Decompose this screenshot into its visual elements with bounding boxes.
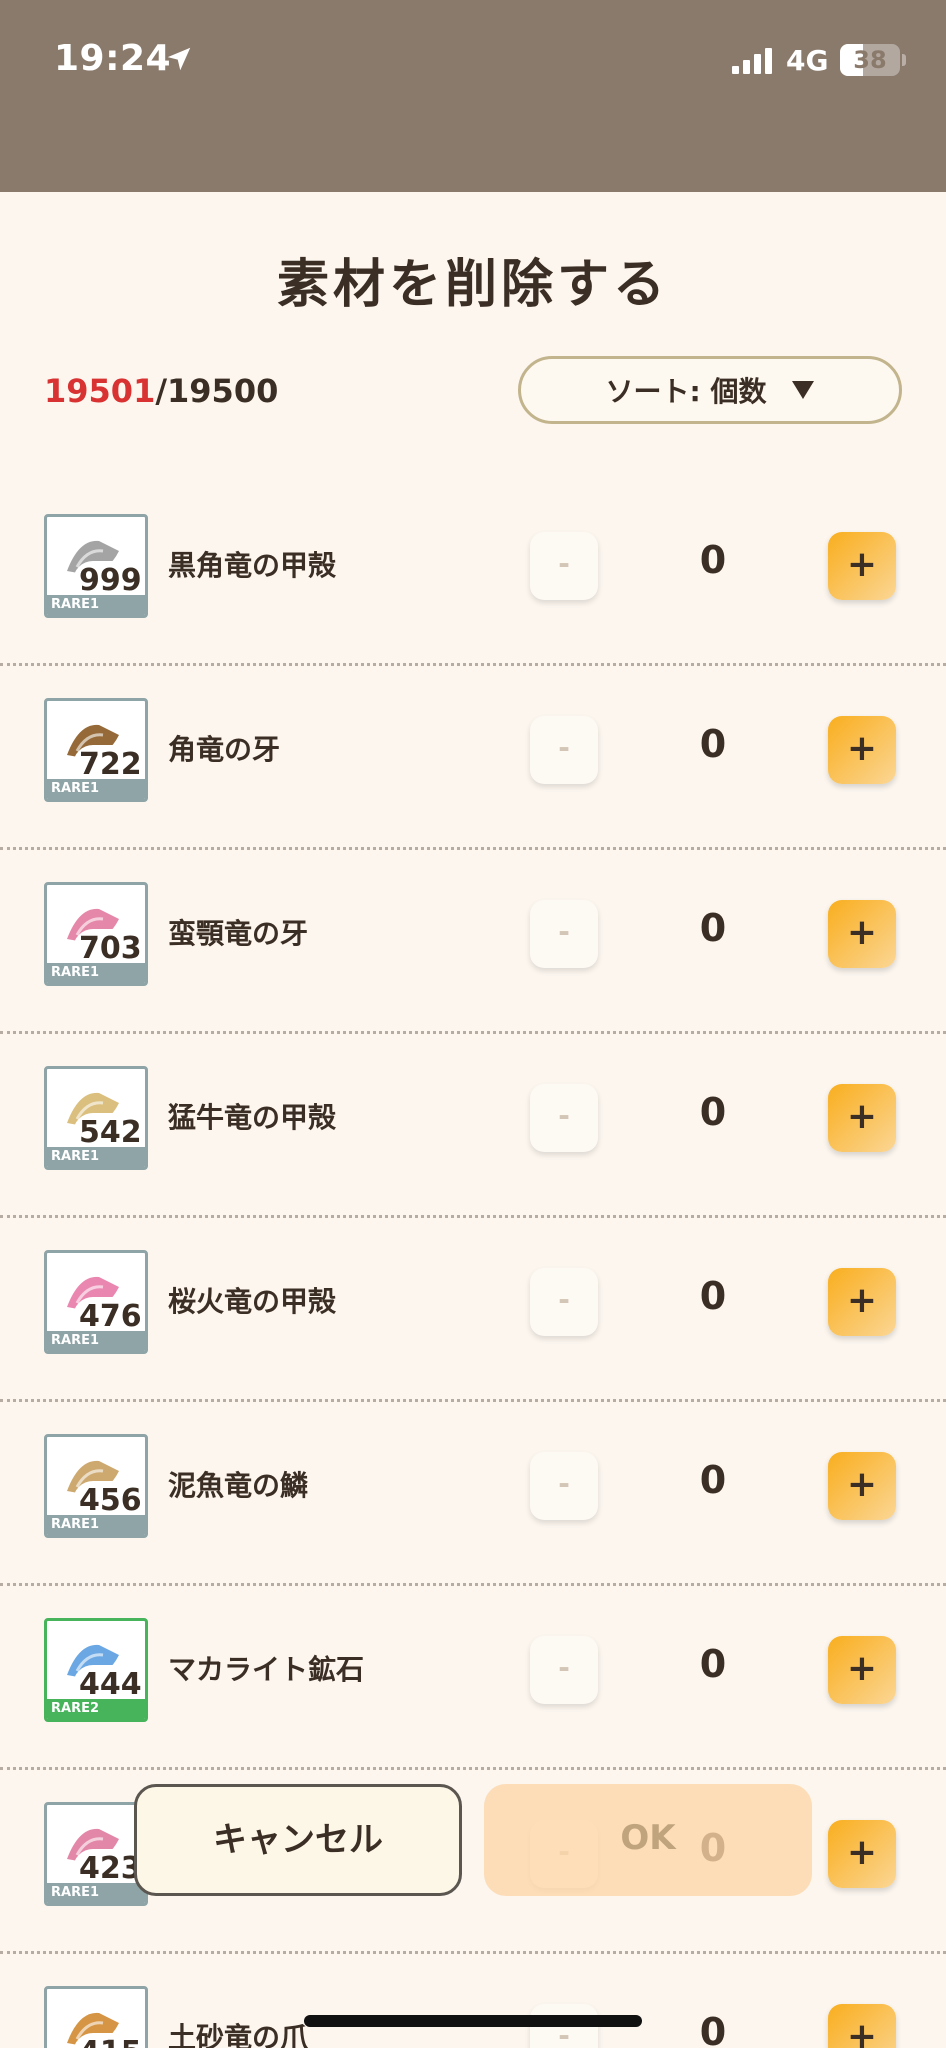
material-row: 444 RARE2 マカライト鉱石 - 0 + (0, 1586, 946, 1770)
material-thumbnail: 476 RARE1 (44, 1250, 148, 1354)
decrement-button[interactable]: - (530, 1268, 598, 1336)
count-current: 19501 (44, 372, 156, 410)
material-name: 角竜の牙 (168, 733, 281, 766)
sort-label: ソート: 個数 (605, 375, 767, 408)
ok-button[interactable]: OK (484, 1784, 812, 1896)
material-row: 415 RARE1 土砂竜の爪 - 0 + (0, 1954, 946, 2048)
count-separator: / (155, 372, 168, 410)
rarity-label: RARE2 (47, 1699, 145, 1719)
increment-button[interactable]: + (828, 1268, 896, 1336)
home-indicator (304, 2015, 642, 2027)
decrement-button[interactable]: - (530, 1636, 598, 1704)
material-thumbnail: 542 RARE1 (44, 1066, 148, 1170)
delete-quantity: 0 (699, 1458, 727, 1502)
material-thumbnail: 423 RARE1 (44, 1802, 148, 1906)
sort-dropdown[interactable]: ソート: 個数 (518, 356, 902, 424)
material-thumbnail: 415 RARE1 (44, 1986, 148, 2048)
material-name: マカライト鉱石 (168, 1653, 365, 1686)
count-max: 19500 (167, 372, 279, 410)
material-row: 999 RARE1 黒角竜の甲殻 - 0 + (0, 482, 946, 666)
material-row: 542 RARE1 猛牛竜の甲殻 - 0 + (0, 1034, 946, 1218)
cancel-button[interactable]: キャンセル (134, 1784, 462, 1896)
delete-quantity: 0 (699, 1642, 727, 1686)
rarity-label: RARE1 (47, 1515, 145, 1535)
material-row: 476 RARE1 桜火竜の甲殻 - 0 + (0, 1218, 946, 1402)
material-row: 456 RARE1 泥魚竜の鱗 - 0 + (0, 1402, 946, 1586)
delete-quantity: 0 (699, 722, 727, 766)
decrement-button[interactable]: - (530, 532, 598, 600)
material-thumbnail: 999 RARE1 (44, 514, 148, 618)
rarity-label: RARE1 (47, 595, 145, 615)
rarity-label: RARE1 (47, 1331, 145, 1351)
material-name: 泥魚竜の鱗 (168, 1469, 309, 1502)
material-name: 黒角竜の甲殻 (168, 549, 337, 582)
increment-button[interactable]: + (828, 1820, 896, 1888)
increment-button[interactable]: + (828, 1636, 896, 1704)
increment-button[interactable]: + (828, 716, 896, 784)
increment-button[interactable]: + (828, 2004, 896, 2048)
material-name: 桜火竜の甲殻 (168, 1285, 337, 1318)
material-name: 猛牛竜の甲殻 (168, 1101, 337, 1134)
material-thumbnail: 703 RARE1 (44, 882, 148, 986)
battery-level: 38 (853, 46, 887, 74)
material-row: 703 RARE1 蛮顎竜の牙 - 0 + (0, 850, 946, 1034)
delete-quantity: 0 (699, 2010, 727, 2048)
delete-quantity: 0 (699, 1274, 727, 1318)
status-time: 19:24 (54, 38, 172, 79)
delete-quantity: 0 (699, 538, 727, 582)
battery-icon: 38 (840, 44, 900, 76)
material-thumbnail: 456 RARE1 (44, 1434, 148, 1538)
battery-tip (902, 54, 906, 66)
dropdown-triangle-icon (792, 381, 815, 399)
material-row: 722 RARE1 角竜の牙 - 0 + (0, 666, 946, 850)
material-name: 土砂竜の爪 (168, 2021, 309, 2048)
material-thumbnail: 722 RARE1 (44, 698, 148, 802)
status-bar: 19:24 4G 38 (0, 0, 946, 192)
location-arrow-icon (167, 47, 191, 71)
dialog-title: 素材を削除する (276, 255, 669, 315)
increment-button[interactable]: + (828, 1084, 896, 1152)
rarity-label: RARE1 (47, 963, 145, 983)
increment-button[interactable]: + (828, 1452, 896, 1520)
network-type: 4G (786, 44, 829, 77)
delete-materials-dialog: 素材を削除する 19501/19500 ソート: 個数 999 RARE1 黒角… (0, 192, 946, 2048)
delete-quantity: 0 (699, 1090, 727, 1134)
rarity-label: RARE1 (47, 779, 145, 799)
material-count: 19501/19500 (44, 372, 278, 410)
decrement-button[interactable]: - (530, 1452, 598, 1520)
increment-button[interactable]: + (828, 532, 896, 600)
cellular-signal-icon (732, 48, 772, 74)
increment-button[interactable]: + (828, 900, 896, 968)
delete-quantity: 0 (699, 906, 727, 950)
material-thumbnail: 444 RARE2 (44, 1618, 148, 1722)
decrement-button[interactable]: - (530, 716, 598, 784)
material-name: 蛮顎竜の牙 (168, 917, 309, 950)
decrement-button[interactable]: - (530, 900, 598, 968)
decrement-button[interactable]: - (530, 1084, 598, 1152)
rarity-label: RARE1 (47, 1883, 145, 1903)
rarity-label: RARE1 (47, 1147, 145, 1167)
material-owned-qty: 415 (73, 2033, 145, 2048)
